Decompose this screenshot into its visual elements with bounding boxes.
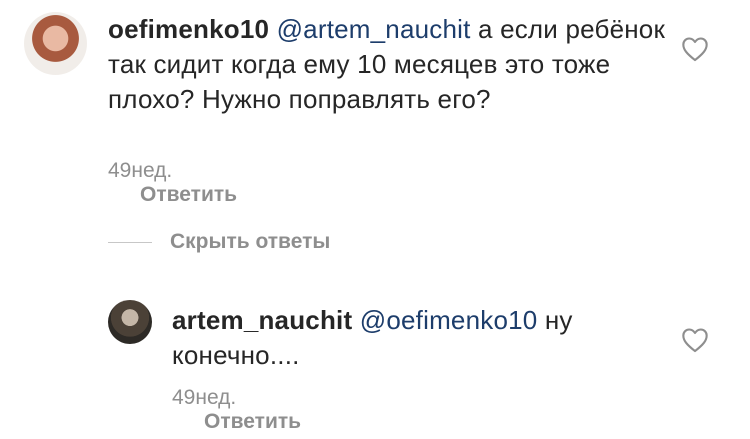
comment-mention[interactable]: @artem_nauchit [277,14,471,44]
comment-username[interactable]: oefimenko10 [108,14,269,44]
comment-time: 49нед. [172,386,237,409]
heart-outline-icon[interactable] [681,36,709,62]
comment-meta: 49нед. Ответить [108,159,237,207]
comment-text: artem_nauchit @oefimenko10 ну конечно...… [172,303,652,373]
divider-line [108,241,152,243]
hide-replies-button[interactable]: Скрыть ответы [108,230,330,254]
comment-meta: 49нед. Ответить [172,386,301,434]
comment-time: 49нед. [108,159,173,182]
heart-outline-icon[interactable] [681,327,709,353]
comment-mention[interactable]: @oefimenko10 [360,305,538,335]
comment-username[interactable]: artem_nauchit [172,305,352,335]
reply-button[interactable]: Ответить [204,410,301,434]
avatar[interactable] [24,12,87,75]
reply-button[interactable]: Ответить [140,183,237,207]
comment-text: oefimenko10 @artem_nauchit а если ребёно… [108,12,668,117]
avatar[interactable] [108,300,152,344]
hide-replies-label: Скрыть ответы [170,230,331,253]
